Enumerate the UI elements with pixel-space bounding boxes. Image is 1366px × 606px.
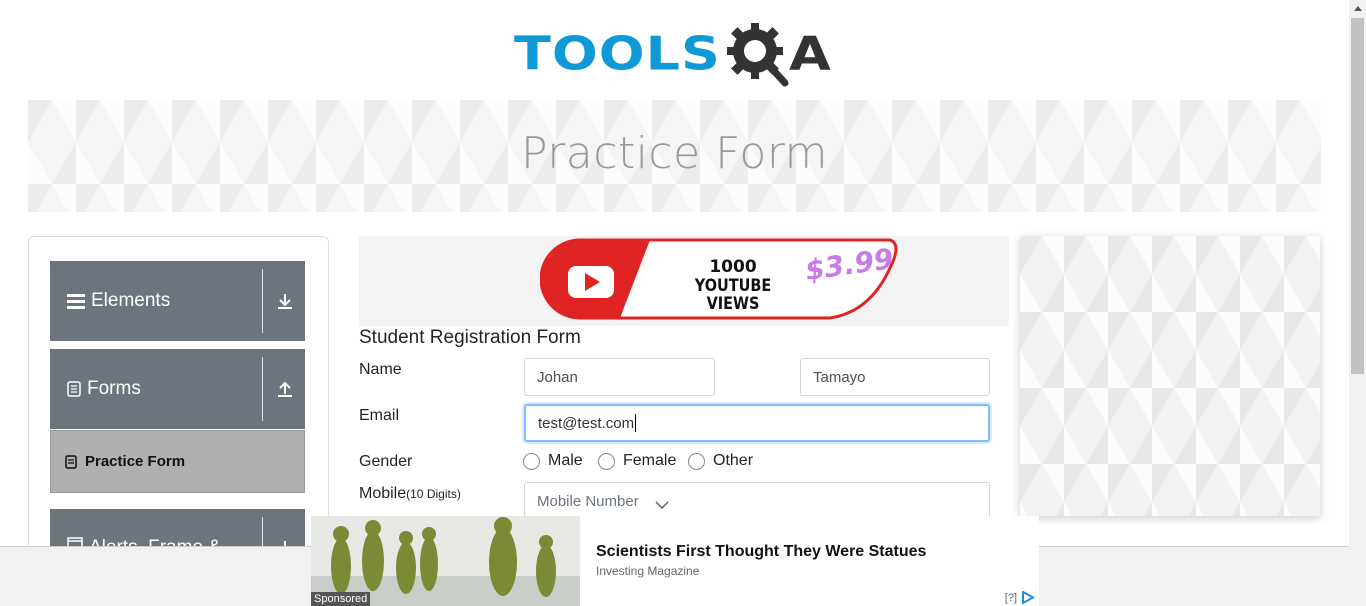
- email-input[interactable]: test@test.com: [524, 404, 990, 442]
- toolsqa-logo[interactable]: TOOLS A: [514, 16, 840, 92]
- sidebar-item-practice-form[interactable]: Practice Form: [50, 430, 305, 493]
- radio-circle: [523, 452, 540, 470]
- sidebar-group-forms[interactable]: Forms: [50, 349, 305, 429]
- gender-radio-other[interactable]: Other: [688, 452, 753, 470]
- mobile-label-text: Mobile: [359, 485, 407, 502]
- gender-radio-female[interactable]: Female: [598, 452, 676, 470]
- radio-label: Male: [548, 452, 583, 469]
- upload-icon: [278, 381, 292, 397]
- ad-source: Investing Magazine: [596, 564, 700, 578]
- sponsored-badge: Sponsored: [311, 592, 371, 606]
- mobile-hint: (10 Digits): [406, 487, 461, 501]
- email-label: Email: [359, 407, 400, 424]
- side-ad-panel[interactable]: [1020, 236, 1320, 516]
- scroll-up-arrow[interactable]: [1349, 0, 1366, 17]
- gender-label: Gender: [359, 453, 413, 470]
- name-label: Name: [359, 361, 402, 378]
- logo-tools-text: TOOLS: [514, 26, 721, 81]
- divider: [262, 269, 263, 333]
- youtube-views-ad[interactable]: 1000 YOUTUBE VIEWS $3.99: [359, 236, 1009, 326]
- ad-image: Sponsored: [311, 516, 580, 606]
- sidebar-group-label: Forms: [87, 378, 141, 399]
- mobile-input[interactable]: Mobile Number: [524, 482, 990, 520]
- page-title: Practice Form: [520, 128, 829, 179]
- mobile-placeholder: Mobile Number: [537, 492, 639, 510]
- radio-circle: [598, 452, 615, 470]
- sidebar-item-label: Practice Form: [85, 453, 186, 470]
- adchoices-icon[interactable]: [1021, 591, 1035, 604]
- logo-a-text: A: [788, 26, 831, 81]
- radio-label: Other: [713, 452, 754, 469]
- radio-label: Female: [623, 452, 677, 469]
- mobile-label: Mobile(10 Digits): [359, 485, 461, 503]
- chevron-down-icon: [655, 501, 669, 509]
- document-icon: [65, 454, 77, 469]
- sidebar-group-label: Elements: [91, 290, 171, 311]
- chevron-up-icon: [1353, 6, 1362, 11]
- page-banner: Practice Form: [28, 100, 1321, 212]
- ad-line2: YOUTUBE VIEWS: [694, 275, 772, 315]
- page: TOOLS A Practice Form Elements Forms Pra…: [0, 0, 1366, 606]
- form-title: Student Registration Form: [359, 327, 581, 348]
- vertical-scrollbar[interactable]: [1349, 0, 1366, 606]
- hamburger-icon: [67, 294, 85, 309]
- ad-headline[interactable]: Scientists First Thought They Were Statu…: [596, 543, 926, 561]
- gear-magnifier-icon: [726, 23, 789, 87]
- first-name-input[interactable]: Johan: [524, 358, 715, 396]
- last-name-input[interactable]: Tamayo: [800, 358, 990, 396]
- sticky-ad[interactable]: Sponsored Scientists First Thought They …: [311, 516, 1039, 606]
- document-icon: [67, 381, 81, 397]
- ad-line1: 1000: [709, 257, 757, 277]
- gender-radio-male[interactable]: Male: [523, 452, 583, 470]
- sidebar-group-elements[interactable]: Elements: [50, 261, 305, 341]
- scrollbar-thumb[interactable]: [1351, 18, 1364, 374]
- email-value: test@test.com: [538, 414, 635, 432]
- divider: [262, 357, 263, 421]
- download-icon: [278, 294, 292, 309]
- text-cursor: [635, 414, 637, 432]
- radio-circle: [688, 452, 705, 470]
- ad-info-link[interactable]: [?]: [1005, 592, 1017, 604]
- sidebar: Elements Forms Practice Form Ale: [28, 236, 329, 566]
